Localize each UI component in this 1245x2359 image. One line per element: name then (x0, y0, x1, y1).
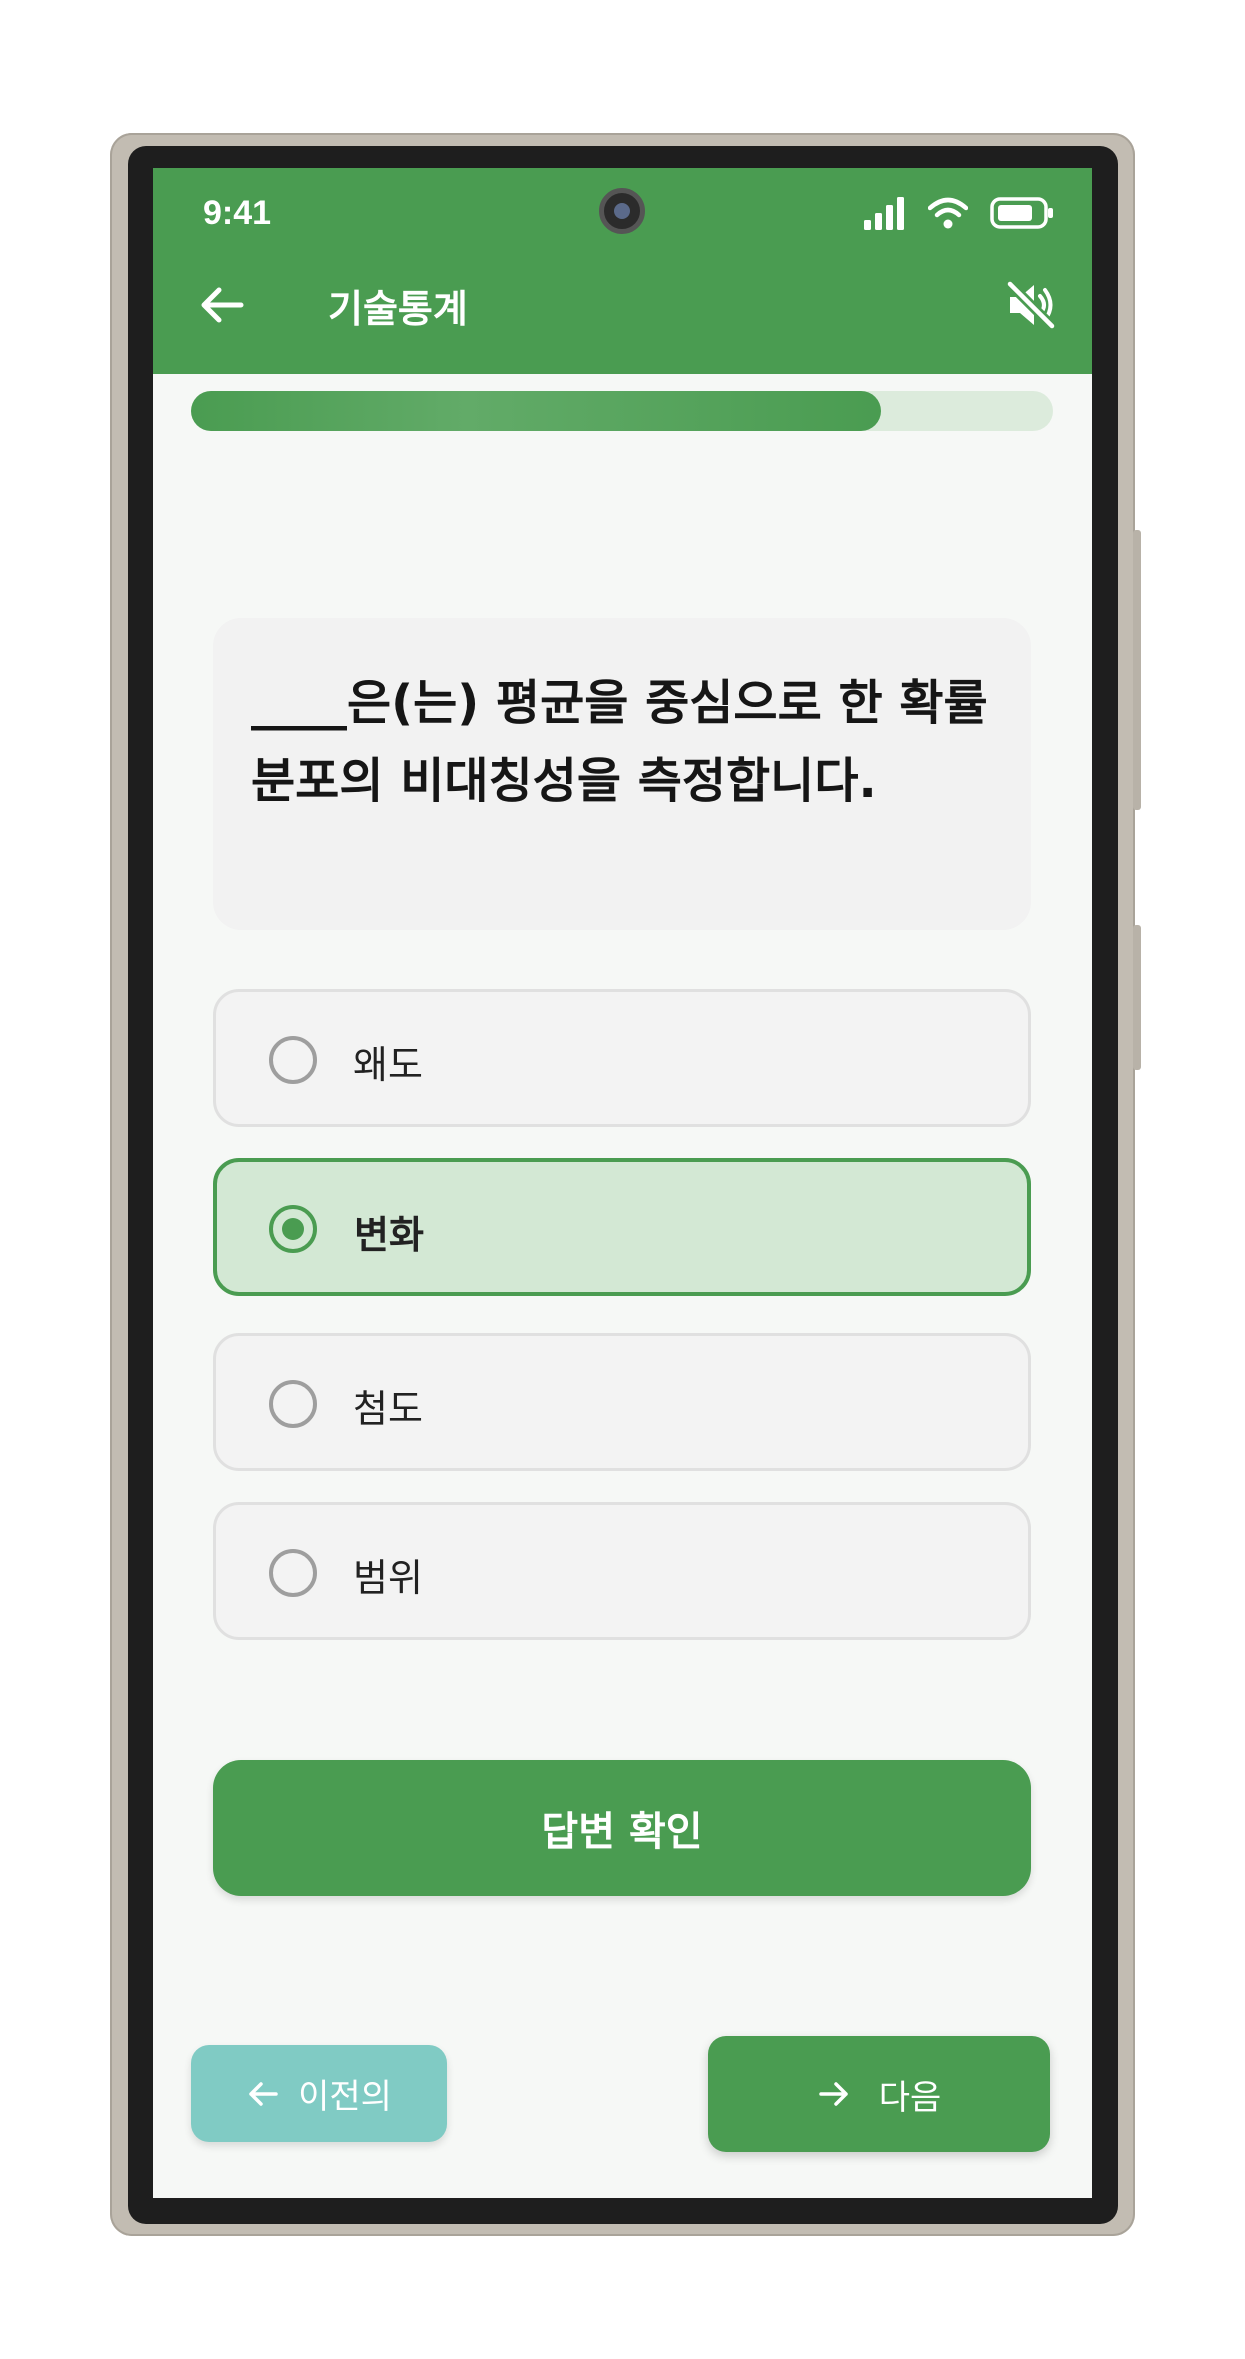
option-4[interactable]: 범위 (213, 1502, 1031, 1640)
progress-fill (191, 391, 881, 431)
side-button (1133, 530, 1141, 810)
option-label: 범위 (353, 1556, 423, 1600)
previous-button[interactable]: 이전의 (191, 2045, 447, 2142)
radio-button[interactable] (269, 1380, 317, 1428)
battery-icon (990, 197, 1053, 229)
app-header: 9:41 기술통계 (153, 168, 1092, 374)
page-title: 기술통계 (328, 287, 468, 331)
radio-button-selected[interactable] (269, 1205, 317, 1253)
option-2[interactable]: 변화 (213, 1158, 1031, 1296)
arrow-right-icon (818, 2082, 848, 2106)
progress-bar (191, 391, 1053, 431)
check-answer-label: 답변 확인 (541, 1809, 703, 1855)
front-camera (599, 188, 645, 234)
radio-button[interactable] (269, 1549, 317, 1597)
status-time: 9:41 (203, 194, 272, 232)
radio-dot (282, 1218, 304, 1240)
arrow-left-icon (249, 2081, 278, 2106)
side-button (1133, 925, 1141, 1070)
next-label: 다음 (878, 2077, 942, 2118)
screen: 9:41 기술통계 ____은(는) 평균을 중심으로 한 확률 분포의 비대칭… (153, 168, 1092, 2198)
check-answer-button[interactable]: 답변 확인 (213, 1760, 1031, 1896)
option-label: 첨도 (353, 1387, 423, 1431)
option-1[interactable]: 왜도 (213, 989, 1031, 1127)
previous-label: 이전의 (298, 2077, 392, 2117)
arrow-left-icon[interactable] (197, 280, 247, 330)
wifi-icon (928, 197, 968, 229)
status-icons (862, 196, 1054, 230)
option-3[interactable]: 첨도 (213, 1333, 1031, 1471)
signal-icon (864, 197, 904, 230)
option-label: 왜도 (353, 1043, 423, 1087)
next-button[interactable]: 다음 (708, 2036, 1050, 2152)
radio-button[interactable] (269, 1036, 317, 1084)
volume-mute-icon[interactable] (1004, 278, 1058, 332)
question-card: ____은(는) 평균을 중심으로 한 확률 분포의 비대칭성을 측정합니다. (213, 618, 1031, 930)
question-text: ____은(는) 평균을 중심으로 한 확률 분포의 비대칭성을 측정합니다. (251, 675, 988, 809)
option-label: 변화 (354, 1213, 424, 1257)
